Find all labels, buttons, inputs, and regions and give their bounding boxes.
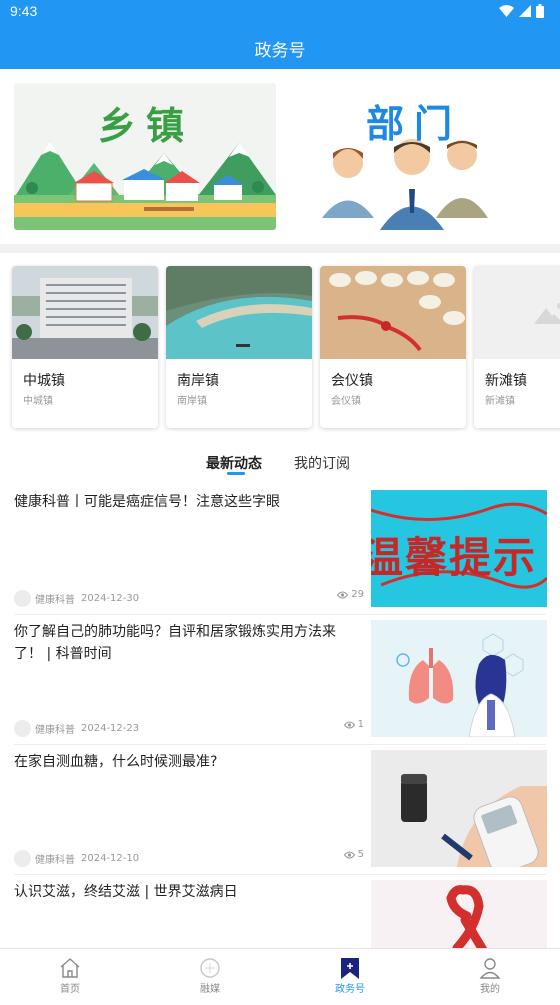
town-name: 中城镇 bbox=[23, 373, 65, 389]
town-subtitle: 会仪镇 bbox=[331, 396, 361, 407]
avatar bbox=[14, 719, 31, 737]
view-count-value: 29 bbox=[351, 589, 364, 600]
bottom-navigation: 首页 融媒 政务号 我的 bbox=[0, 948, 560, 997]
department-tile-label: 部门 bbox=[366, 102, 463, 146]
wifi-icon bbox=[499, 5, 514, 17]
town-subtitle: 中城镇 bbox=[23, 396, 53, 407]
news-meta: 健康科普 2024-12-30 bbox=[14, 589, 139, 607]
status-time: 9:43 bbox=[10, 3, 38, 19]
nav-home[interactable]: 首页 bbox=[0, 949, 140, 997]
news-title: 在家自测血糖，什么时候测最准? bbox=[14, 754, 218, 770]
category-tiles: 乡镇 部门 bbox=[0, 69, 560, 244]
town-name: 新滩镇 bbox=[485, 373, 527, 389]
news-thumbnail: 温馨提示 bbox=[371, 490, 547, 607]
view-count-value: 1 bbox=[357, 719, 364, 730]
battery-icon bbox=[536, 4, 544, 18]
nav-gov-account-label: 政务号 bbox=[335, 984, 365, 995]
nav-home-label: 首页 bbox=[60, 984, 80, 995]
avatar bbox=[14, 849, 31, 867]
tab-subscriptions[interactable]: 我的订阅 bbox=[294, 453, 350, 473]
town-name: 南岸镇 bbox=[177, 373, 219, 389]
tab-indicator bbox=[227, 472, 245, 475]
news-thumbnail bbox=[371, 620, 547, 737]
app-header: 9:43 政务号 bbox=[0, 0, 560, 69]
nav-profile-label: 我的 bbox=[480, 984, 500, 995]
lung-doctor-illustration bbox=[396, 633, 524, 737]
department-tile[interactable]: 部门 bbox=[300, 83, 546, 230]
news-item[interactable]: 健康科普丨可能是癌症信号！注意这些字眼 健康科普 2024-12-30 29 温… bbox=[0, 485, 560, 615]
view-count: 29 bbox=[337, 589, 364, 600]
image-placeholder-icon bbox=[474, 266, 560, 359]
news-source: 健康科普 bbox=[35, 594, 75, 606]
news-thumbnail bbox=[371, 750, 547, 867]
news-meta: 健康科普 2024-12-23 bbox=[14, 719, 139, 737]
town-image bbox=[12, 266, 158, 359]
eye-icon bbox=[343, 721, 355, 728]
nav-media-label: 融媒 bbox=[200, 984, 220, 995]
news-item[interactable]: 你了解自己的肺功能吗？自评和居家锻炼实用方法来了！ | 科普时间 健康科普 20… bbox=[0, 615, 560, 745]
home-icon bbox=[60, 958, 80, 978]
profile-icon bbox=[479, 958, 501, 979]
eye-icon bbox=[337, 591, 349, 598]
news-title: 认识艾滋，终结艾滋 | 世界艾滋病日 bbox=[14, 884, 238, 900]
news-meta: 健康科普 2024-12-10 bbox=[14, 849, 139, 867]
town-carousel[interactable]: 中城镇 中城镇 南岸镇 南岸镇 会仪镇 会仪镇 新滩镇 新滩镇 bbox=[0, 253, 560, 443]
signal-icon bbox=[519, 5, 531, 17]
town-card[interactable]: 新滩镇 新滩镇 bbox=[474, 266, 560, 428]
view-count: 5 bbox=[343, 849, 364, 860]
nav-media[interactable]: 融媒 bbox=[140, 949, 280, 997]
town-image bbox=[320, 266, 466, 359]
news-source: 健康科普 bbox=[35, 724, 75, 736]
town-image bbox=[166, 266, 312, 359]
news-title: 你了解自己的肺功能吗？自评和居家锻炼实用方法来了！ | 科普时间 bbox=[14, 624, 336, 662]
section-divider bbox=[0, 244, 560, 253]
status-icons bbox=[499, 4, 544, 18]
thumbnail-text: 温馨提示 bbox=[371, 533, 538, 582]
town-name: 会仪镇 bbox=[331, 373, 373, 389]
tab-latest[interactable]: 最新动态 bbox=[206, 453, 262, 473]
glucose-meter-illustration bbox=[401, 774, 547, 867]
town-subtitle: 南岸镇 bbox=[177, 396, 207, 407]
nav-profile[interactable]: 我的 bbox=[420, 949, 560, 997]
town-subtitle: 新滩镇 bbox=[485, 396, 515, 407]
township-tile[interactable]: 乡镇 bbox=[14, 83, 276, 230]
eye-icon bbox=[343, 851, 355, 858]
view-count-value: 5 bbox=[357, 849, 364, 860]
town-card[interactable]: 会仪镇 会仪镇 bbox=[320, 266, 466, 428]
news-date: 2024-12-30 bbox=[81, 592, 140, 604]
township-tile-label: 乡镇 bbox=[98, 104, 195, 148]
news-date: 2024-12-23 bbox=[81, 722, 140, 734]
page-title: 政务号 bbox=[254, 41, 306, 61]
town-card[interactable]: 中城镇 中城镇 bbox=[12, 266, 158, 428]
status-bar: 9:43 bbox=[0, 0, 560, 24]
news-source: 健康科普 bbox=[35, 854, 75, 866]
media-icon bbox=[200, 958, 220, 978]
news-item[interactable]: 在家自测血糖，什么时候测最准? 健康科普 2024-12-10 5 bbox=[0, 745, 560, 875]
news-title: 健康科普丨可能是癌症信号！注意这些字眼 bbox=[14, 494, 280, 510]
nav-gov-account[interactable]: 政务号 bbox=[280, 949, 420, 997]
news-tabs: 最新动态 我的订阅 bbox=[0, 443, 560, 485]
news-date: 2024-12-10 bbox=[81, 852, 140, 864]
avatar bbox=[14, 589, 31, 607]
gov-account-icon bbox=[341, 958, 359, 979]
town-card[interactable]: 南岸镇 南岸镇 bbox=[166, 266, 312, 428]
view-count: 1 bbox=[343, 719, 364, 730]
